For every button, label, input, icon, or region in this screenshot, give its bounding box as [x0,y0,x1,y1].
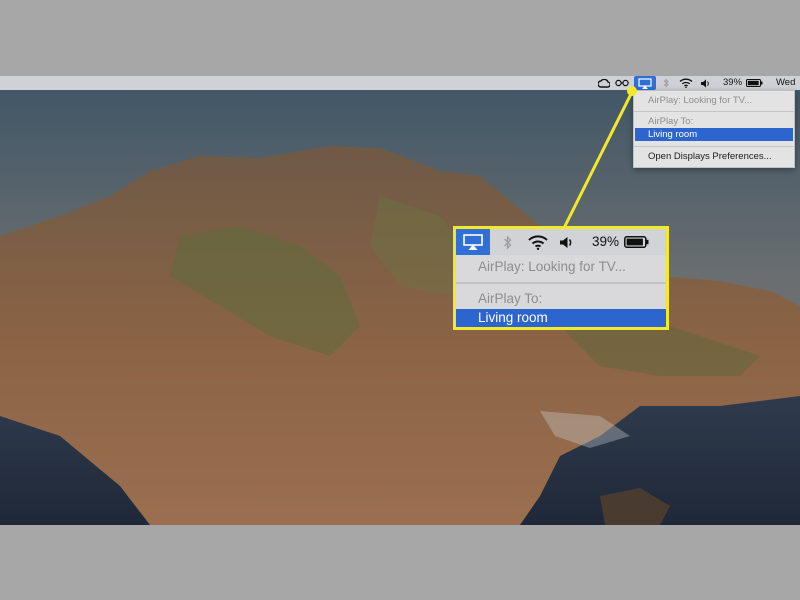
airplay-status-item: AirPlay: Looking for TV... [648,95,753,106]
open-displays-preferences-item[interactable]: Open Displays Preferences... [648,151,772,162]
airplay-to-label: AirPlay To: [648,116,694,127]
airplay-status-item: AirPlay: Looking for TV... [478,259,626,274]
airplay-menu: AirPlay: Looking for TV... AirPlay To: L… [633,90,795,168]
menu-separator [456,282,666,284]
wifi-icon[interactable] [678,76,694,90]
glasses-icon[interactable] [614,76,630,90]
zoomed-menu-bar: 39% [456,229,666,255]
creative-cloud-icon[interactable] [596,76,611,90]
menu-separator [634,146,794,147]
volume-icon[interactable] [558,229,576,255]
battery-fill [747,80,759,86]
wifi-icon[interactable] [526,229,550,255]
volume-icon[interactable] [699,76,712,90]
battery-percent: 39% [592,234,620,249]
airplay-device-living-room[interactable]: Living room [648,129,697,140]
zoom-callout-panel: 39% AirPlay: Looking for TV... AirPlay T… [453,226,669,330]
battery-icon[interactable] [745,76,763,90]
desktop-screen: 39% Wed AirPlay: Looking for TV... AirPl… [0,76,800,525]
battery-percent: 39% [723,77,743,88]
menu-separator [634,111,794,112]
bluetooth-icon[interactable] [500,229,514,255]
battery-icon[interactable] [622,229,650,255]
airplay-icon[interactable] [456,229,490,255]
bluetooth-icon[interactable] [661,76,671,90]
airplay-to-label: AirPlay To: [478,291,543,306]
menubar-clock[interactable]: Wed [776,76,795,90]
airplay-device-living-room[interactable]: Living room [478,310,548,325]
airplay-icon[interactable] [634,76,656,90]
menu-bar: 39% Wed [0,76,800,90]
battery-fill [626,238,643,246]
